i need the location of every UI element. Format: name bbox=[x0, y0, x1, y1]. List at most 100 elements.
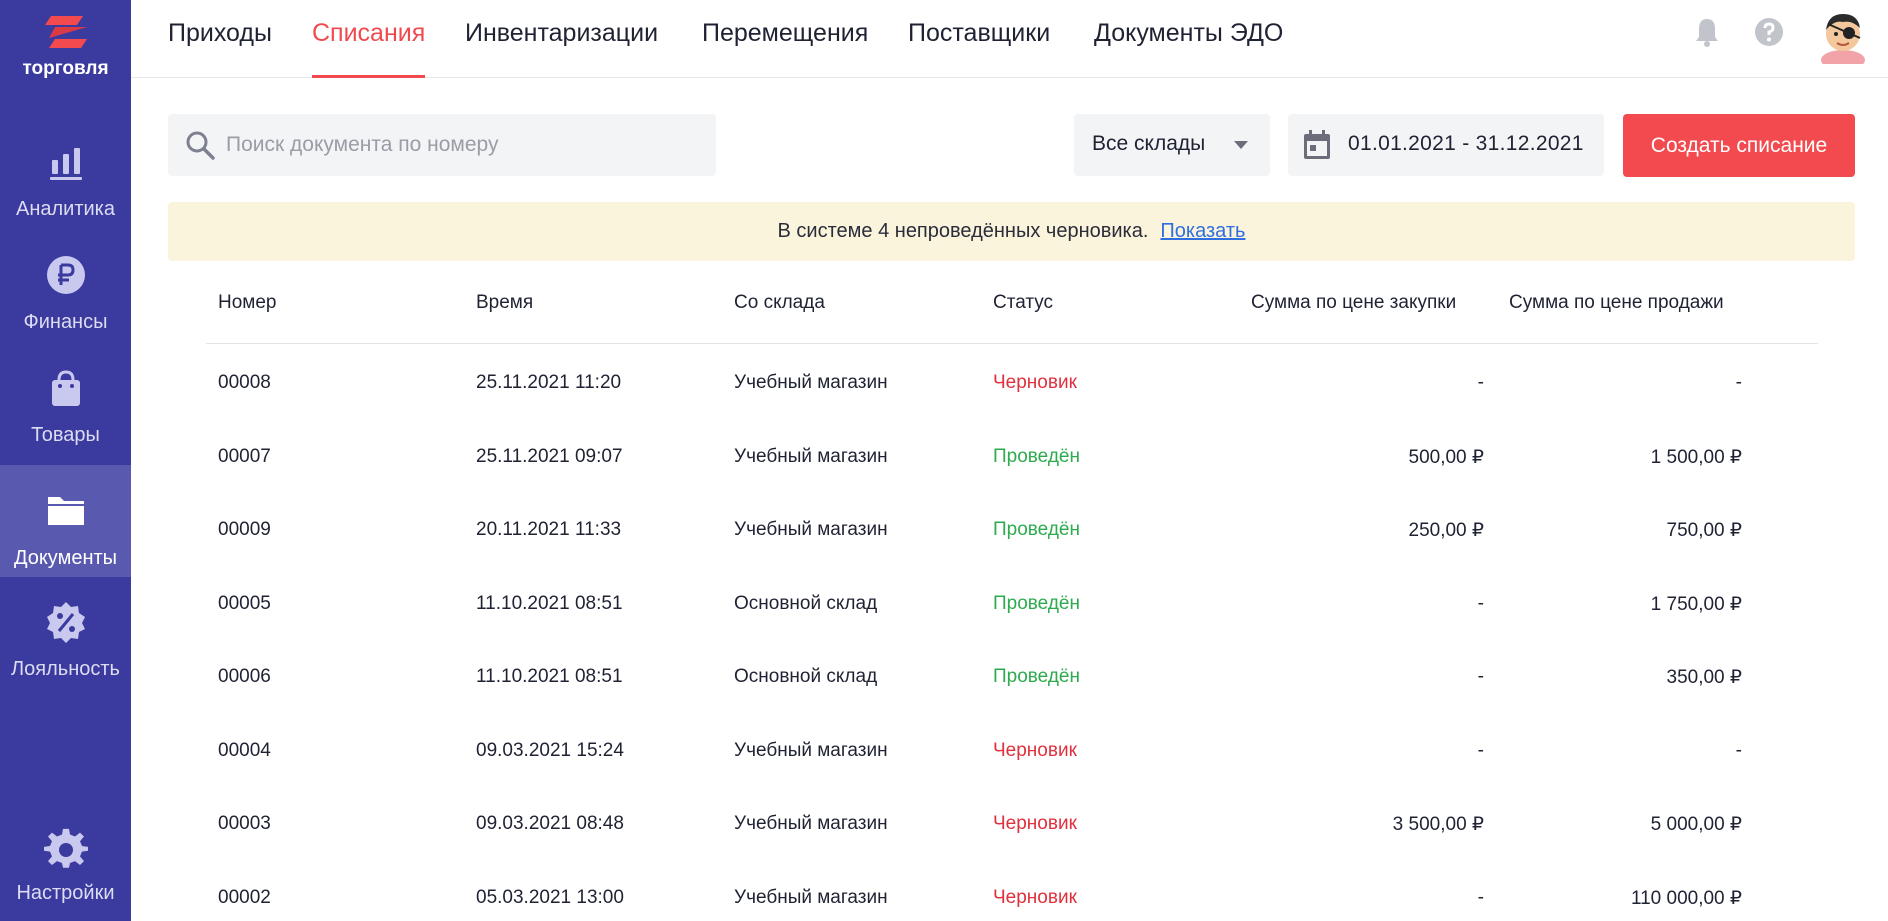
gear-icon bbox=[43, 828, 88, 868]
cell-number: 00004 bbox=[218, 739, 271, 761]
table-row[interactable]: 00008 25.11.2021 11:20 Учебный магазин Черн… bbox=[206, 344, 1818, 418]
cell-status: Черновик bbox=[993, 739, 1077, 761]
cell-status: Проведён bbox=[993, 592, 1080, 614]
column-header-number[interactable]: Номер bbox=[218, 292, 276, 314]
shopping-bag-icon bbox=[51, 370, 80, 406]
cell-status: Черновик bbox=[993, 886, 1077, 908]
cell-number: 00002 bbox=[218, 886, 271, 908]
drafts-banner-text: В системе 4 непроведённых черновика. bbox=[777, 220, 1149, 242]
sidebar: торговля Аналитика Финансы Товары Докуме… bbox=[0, 0, 131, 921]
tab-edo-documents[interactable]: Документы ЭДО bbox=[1094, 0, 1283, 78]
cell-status: Проведён bbox=[993, 519, 1080, 540]
cell-sale-sum: - bbox=[1735, 372, 1742, 393]
cell-time: 11.10.2021 08:51 bbox=[476, 592, 623, 614]
cell-warehouse: Основной склад bbox=[734, 592, 878, 614]
sidebar-item-label: Финансы bbox=[23, 311, 108, 333]
warehouse-select[interactable]: Все склады bbox=[1074, 114, 1270, 176]
table-row[interactable]: 00004 09.03.2021 15:24 Учебный магазин Черн… bbox=[206, 712, 1818, 786]
ruble-icon bbox=[46, 256, 85, 294]
create-writeoff-button[interactable]: Создать списание bbox=[1623, 114, 1855, 177]
cell-warehouse: Учебный магазин bbox=[734, 519, 888, 540]
sidebar-item-analytics[interactable]: Аналитика bbox=[0, 140, 131, 252]
cell-warehouse: Учебный магазин bbox=[734, 739, 888, 761]
cell-purchase-sum: 500,00 ₽ bbox=[1408, 446, 1484, 468]
bell-icon[interactable] bbox=[1691, 16, 1723, 48]
column-header-sale-sum[interactable]: Сумма по цене продажи bbox=[1509, 292, 1724, 314]
cell-warehouse: Учебный магазин bbox=[734, 886, 888, 908]
logo-mark-icon bbox=[44, 16, 87, 48]
cell-purchase-sum: 3 500,00 ₽ bbox=[1392, 814, 1484, 835]
column-header-warehouse[interactable]: Со склада bbox=[734, 292, 825, 314]
tab-incoming[interactable]: Приходы bbox=[168, 0, 272, 78]
cell-sale-sum: 110 000,00 ₽ bbox=[1630, 887, 1742, 909]
sidebar-item-settings[interactable]: Настройки bbox=[0, 828, 131, 921]
table-row[interactable]: 00007 25.11.2021 09:07 Учебный магазин Пров… bbox=[206, 418, 1818, 492]
cell-status: Черновик bbox=[993, 813, 1077, 834]
cell-time: 05.03.2021 13:00 bbox=[476, 886, 624, 908]
chevron-down-icon bbox=[1234, 141, 1248, 149]
cell-number: 00008 bbox=[218, 372, 271, 393]
cell-purchase-sum: - bbox=[1477, 592, 1484, 614]
cell-purchase-sum: - bbox=[1477, 886, 1484, 908]
folder-icon bbox=[47, 497, 84, 525]
discount-badge-icon bbox=[46, 602, 85, 643]
cell-time: 25.11.2021 09:07 bbox=[476, 445, 623, 467]
cell-purchase-sum: - bbox=[1477, 372, 1484, 393]
writeoffs-table: Номер Время Со склада Статус Сумма по це… bbox=[206, 280, 1818, 921]
sidebar-item-label: Настройки bbox=[16, 882, 115, 904]
table-row[interactable]: 00003 09.03.2021 08:48 Учебный магазин Черн… bbox=[206, 785, 1818, 859]
cell-number: 00003 bbox=[218, 813, 271, 834]
cell-time: 09.03.2021 15:24 bbox=[476, 739, 624, 761]
sidebar-item-label: Товары bbox=[31, 424, 100, 446]
column-header-time[interactable]: Время bbox=[476, 292, 533, 314]
sidebar-item-label: Лояльность bbox=[11, 658, 120, 680]
cell-sale-sum: 750,00 ₽ bbox=[1666, 520, 1742, 541]
app-logo[interactable]: торговля bbox=[0, 12, 131, 80]
table-row[interactable]: 00005 11.10.2021 08:51 Основной склад Прове… bbox=[206, 565, 1818, 639]
cell-purchase-sum: - bbox=[1477, 666, 1484, 687]
help-icon[interactable] bbox=[1753, 16, 1785, 48]
table-body: 00008 25.11.2021 11:20 Учебный магазин Черн… bbox=[206, 344, 1818, 921]
table-header: Номер Время Со склада Статус Сумма по це… bbox=[206, 280, 1818, 344]
cell-time: 20.11.2021 11:33 bbox=[476, 519, 622, 540]
drafts-banner: В системе 4 непроведённых черновика. Пока… bbox=[168, 202, 1855, 261]
date-range-value: 01.01.2021 - 31.12.2021 bbox=[1348, 132, 1584, 155]
avatar[interactable] bbox=[1818, 8, 1868, 64]
logo-text: торговля bbox=[22, 58, 109, 79]
column-header-purchase-sum[interactable]: Сумма по цене закупки bbox=[1251, 292, 1456, 314]
calendar-icon bbox=[1304, 130, 1330, 159]
date-range-picker[interactable]: 01.01.2021 - 31.12.2021 bbox=[1288, 114, 1604, 176]
tab-inventory[interactable]: Инвентаризации bbox=[465, 0, 658, 78]
table-row[interactable]: 00002 05.03.2021 13:00 Учебный магазин Черн… bbox=[206, 859, 1818, 921]
show-drafts-link[interactable]: Показать bbox=[1160, 220, 1245, 242]
tab-suppliers[interactable]: Поставщики bbox=[908, 0, 1050, 78]
chart-bars-icon bbox=[49, 148, 82, 180]
sidebar-item-finance[interactable]: Финансы bbox=[0, 253, 131, 365]
sidebar-item-products[interactable]: Товары bbox=[0, 366, 131, 478]
search-icon bbox=[186, 131, 215, 160]
cell-time: 25.11.2021 11:20 bbox=[476, 372, 622, 393]
cell-purchase-sum: - bbox=[1477, 739, 1484, 761]
cell-sale-sum: 350,00 ₽ bbox=[1666, 667, 1742, 688]
sidebar-item-loyalty[interactable]: Лояльность bbox=[0, 600, 131, 712]
search-box bbox=[168, 114, 716, 176]
cell-status: Проведён bbox=[993, 666, 1080, 687]
table-row[interactable]: 00006 11.10.2021 08:51 Основной склад Прове… bbox=[206, 638, 1818, 712]
cell-sale-sum: - bbox=[1735, 739, 1742, 761]
sidebar-item-label: Документы bbox=[13, 547, 118, 569]
sidebar-item-documents[interactable]: Документы bbox=[0, 465, 131, 577]
column-header-status[interactable]: Статус bbox=[993, 292, 1053, 314]
tab-writeoffs[interactable]: Списания bbox=[312, 0, 426, 78]
top-tabs-bar: Приходы Списания Инвентаризации Перемеще… bbox=[131, 0, 1888, 78]
cell-warehouse: Основной склад bbox=[734, 666, 878, 687]
cell-sale-sum: 1 750,00 ₽ bbox=[1650, 593, 1742, 615]
cell-purchase-sum: 250,00 ₽ bbox=[1408, 520, 1484, 541]
search-input[interactable] bbox=[226, 114, 706, 176]
cell-sale-sum: 5 000,00 ₽ bbox=[1650, 814, 1742, 835]
tab-transfers[interactable]: Перемещения bbox=[702, 0, 868, 78]
cell-warehouse: Учебный магазин bbox=[734, 813, 888, 834]
cell-number: 00007 bbox=[218, 445, 271, 467]
cell-status: Проведён bbox=[993, 445, 1080, 467]
table-row[interactable]: 00009 20.11.2021 11:33 Учебный магазин Пров… bbox=[206, 491, 1818, 565]
cell-status: Черновик bbox=[993, 372, 1077, 393]
